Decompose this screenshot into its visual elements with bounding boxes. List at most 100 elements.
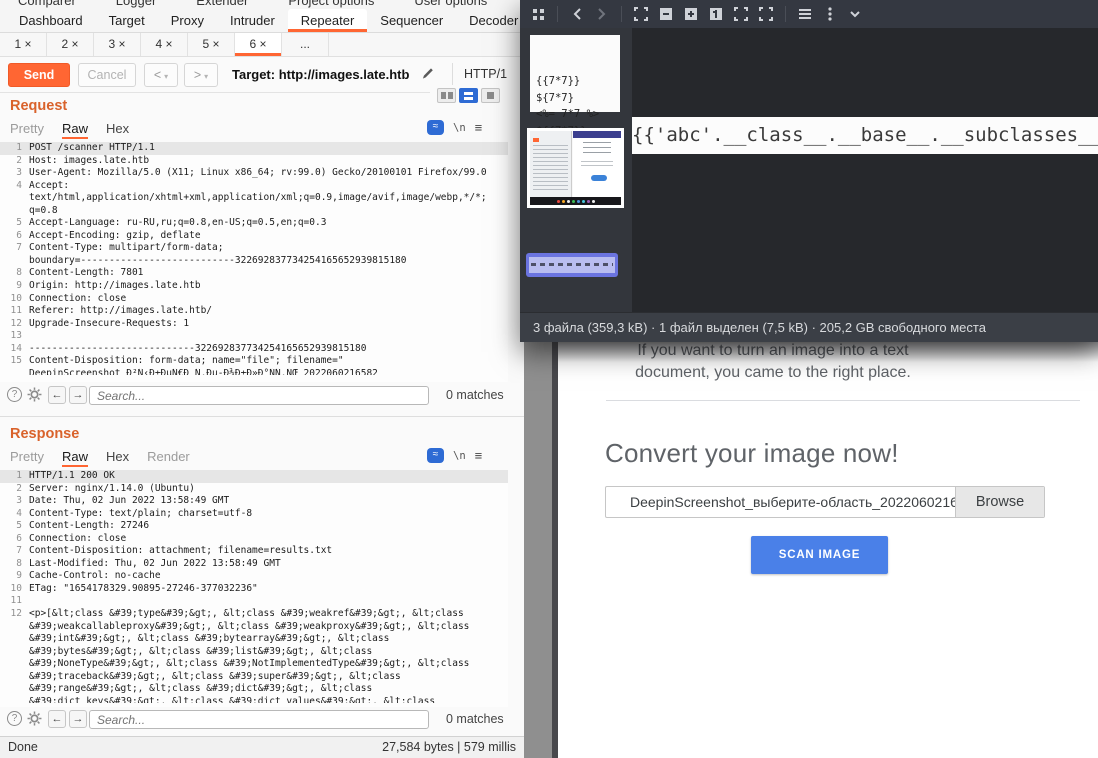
nonprinting-chars-icon[interactable]: \n xyxy=(453,122,466,134)
expand-icon[interactable] xyxy=(757,5,775,23)
edit-target-pencil-icon[interactable] xyxy=(420,65,436,81)
request-view-tab[interactable]: Pretty xyxy=(10,119,44,139)
burp-main-tab[interactable]: Repeater xyxy=(288,9,367,32)
repeater-tab[interactable]: 3 × xyxy=(94,33,141,56)
response-line: &#39;NoneType&#39;&gt;, &lt;class &#39;N… xyxy=(0,658,508,671)
zoom-in-icon[interactable] xyxy=(682,5,700,23)
history-forward-button[interactable]: >▾ xyxy=(184,63,218,87)
image-viewer-window: {{7*7}}${7*7}<%= 7*7 %>${{7*7}} xyxy=(520,0,1098,342)
help-icon[interactable]: ? xyxy=(7,711,22,726)
repeater-tab[interactable]: 4 × xyxy=(141,33,188,56)
previous-image-icon[interactable] xyxy=(568,5,586,23)
toolbar-divider xyxy=(452,63,453,85)
repeater-tab[interactable]: 2 × xyxy=(47,33,94,56)
repeater-tab[interactable]: 6 × xyxy=(235,33,282,56)
request-editor[interactable]: 1POST /scanner HTTP/1.1 2Host: images.la… xyxy=(0,142,508,382)
response-view-tab[interactable]: Pretty xyxy=(10,447,44,467)
search-next-button[interactable]: → xyxy=(69,710,87,728)
columns-layout-icon[interactable] xyxy=(437,88,456,103)
burp-top-menu-item[interactable]: Logger xyxy=(116,0,156,9)
request-view-tab[interactable]: Raw xyxy=(62,119,88,139)
thumbnail-text-line: {{7*7}} xyxy=(536,73,614,90)
response-editor-icons: ≈ \n ≡ xyxy=(427,448,482,463)
gear-icon[interactable] xyxy=(27,387,42,402)
editor-layout-buttons xyxy=(437,88,500,103)
search-prev-button[interactable]: ← xyxy=(48,386,66,404)
grid-view-icon[interactable] xyxy=(529,5,547,23)
request-line: 7Content-Type: multipart/form-data; xyxy=(0,242,508,255)
screenshot-thumbnail[interactable] xyxy=(527,128,624,208)
viewer-toolbar xyxy=(520,0,1098,28)
protocol-label[interactable]: HTTP/1 xyxy=(464,67,507,81)
burp-main-tab[interactable]: Sequencer xyxy=(367,9,456,32)
repeater-tab[interactable]: 1 × xyxy=(0,33,47,56)
collapse-chevron-icon[interactable] xyxy=(846,5,864,23)
nonprinting-chars-icon[interactable]: \n xyxy=(453,450,466,462)
zoom-out-icon[interactable] xyxy=(657,5,675,23)
request-search-input[interactable] xyxy=(89,386,429,405)
desktop: Comparer Logger Extender Project options Use… xyxy=(0,0,1098,758)
editor-menu-icon[interactable]: ≡ xyxy=(475,120,483,135)
burp-main-tab[interactable]: Target xyxy=(96,9,158,32)
viewer-canvas[interactable] xyxy=(632,28,1098,312)
editor-menu-icon[interactable]: ≡ xyxy=(475,448,483,463)
request-line: 8Content-Length: 7801 xyxy=(0,267,508,280)
request-view-tabs: Pretty Raw Hex xyxy=(10,119,129,139)
cancel-button[interactable]: Cancel xyxy=(78,63,136,87)
help-icon[interactable]: ? xyxy=(7,387,22,402)
burp-top-menu-item[interactable]: Project options xyxy=(288,0,374,9)
scan-image-button[interactable]: SCAN IMAGE xyxy=(751,536,888,574)
repeater-tabs: 1 ×2 ×3 ×4 ×5 ×6 ×... xyxy=(0,33,524,57)
zoomed-image-text: {{'abc'.__class__.__base__.__subclasses_… xyxy=(632,117,1098,154)
search-prev-button[interactable]: ← xyxy=(48,710,66,728)
response-view-tab[interactable]: Raw xyxy=(62,447,88,467)
rows-layout-icon[interactable] xyxy=(459,88,478,103)
repeater-tab[interactable]: 5 × xyxy=(188,33,235,56)
page-tagline-line2: document, you came to the right place. xyxy=(558,362,988,383)
more-options-icon[interactable] xyxy=(821,5,839,23)
gear-icon[interactable] xyxy=(27,711,42,726)
response-view-tab[interactable]: Hex xyxy=(106,447,129,467)
single-layout-icon[interactable] xyxy=(481,88,500,103)
actual-size-icon[interactable] xyxy=(707,5,725,23)
response-editor[interactable]: 1HTTP/1.1 200 OK 2Server: nginx/1.14.0 (… xyxy=(0,470,508,707)
burp-top-menu-item[interactable]: Comparer xyxy=(18,0,76,9)
request-line: 14-----------------------------322692837… xyxy=(0,343,508,356)
fullscreen-icon[interactable] xyxy=(732,5,750,23)
browse-button[interactable]: Browse xyxy=(955,487,1044,517)
response-search-input[interactable] xyxy=(89,710,429,729)
thumbnail-text-line: ${7*7} xyxy=(536,90,614,107)
request-editor-icons: ≈ \n ≡ xyxy=(427,120,482,135)
burp-main-tab[interactable]: Dashboard xyxy=(6,9,96,32)
syntax-colorize-icon[interactable]: ≈ xyxy=(427,448,444,463)
response-line: 12<p>[&lt;class &#39;type&#39;&gt;, &lt;… xyxy=(0,608,508,621)
request-header: Request xyxy=(10,98,67,114)
response-match-count: 0 matches xyxy=(446,712,504,726)
response-line: &#39;bytes&#39;&gt;, &lt;class &#39;list… xyxy=(0,646,508,659)
fit-window-icon[interactable] xyxy=(632,5,650,23)
response-header: Response xyxy=(10,426,79,442)
request-line: text/html,application/xhtml+xml,applicat… xyxy=(0,192,508,205)
send-button[interactable]: Send xyxy=(8,63,70,87)
response-line: 7Content-Disposition: attachment; filena… xyxy=(0,545,508,558)
burp-top-menu-item[interactable]: Extender xyxy=(196,0,248,9)
panel-divider xyxy=(0,416,524,417)
history-back-button[interactable]: <▾ xyxy=(144,63,178,87)
burp-top-menu-item[interactable]: User options xyxy=(414,0,487,9)
syntax-colorize-icon[interactable]: ≈ xyxy=(427,120,444,135)
response-line: 2Server: nginx/1.14.0 (Ubuntu) xyxy=(0,483,508,496)
burp-main-tab[interactable]: Intruder xyxy=(217,9,288,32)
response-line: &#39;range&#39;&gt;, &lt;class &#39;dict… xyxy=(0,683,508,696)
request-view-tab[interactable]: Hex xyxy=(106,119,129,139)
list-view-icon[interactable] xyxy=(796,5,814,23)
file-upload-input[interactable]: DeepinScreenshot_выберите-область_202206… xyxy=(605,486,1045,518)
next-image-icon[interactable] xyxy=(593,5,611,23)
selected-payload-thumbnail[interactable] xyxy=(526,253,618,277)
response-view-tab[interactable]: Render xyxy=(147,447,190,467)
burp-main-tab[interactable]: Proxy xyxy=(158,9,217,32)
repeater-tab[interactable]: ... xyxy=(282,33,329,56)
browser-page: If you want to turn an image into a text… xyxy=(552,336,1098,758)
burp-main-tabs: DashboardTargetProxyIntruderRepeaterSequ… xyxy=(0,9,524,33)
search-next-button[interactable]: → xyxy=(69,386,87,404)
template-injection-text-thumbnail[interactable]: {{7*7}}${7*7}<%= 7*7 %>${{7*7}} xyxy=(530,35,620,112)
